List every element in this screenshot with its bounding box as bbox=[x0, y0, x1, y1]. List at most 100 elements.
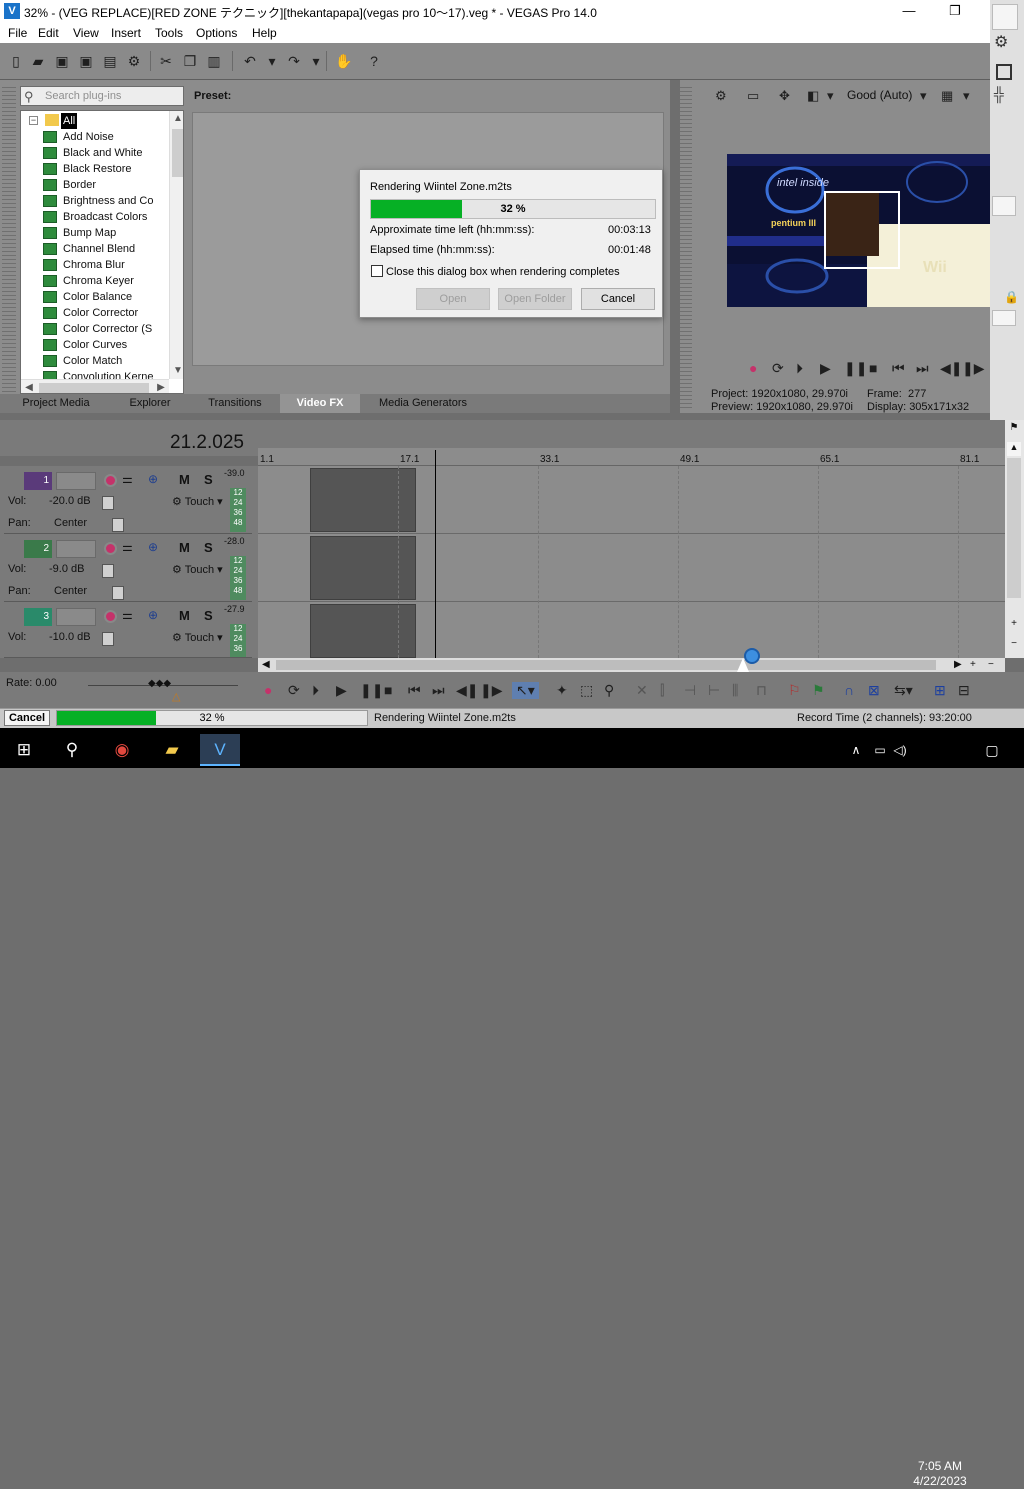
volume-slider[interactable] bbox=[102, 496, 114, 510]
automation-mode[interactable]: ⚙ Touch ▾ bbox=[172, 563, 223, 576]
loop-icon[interactable]: ⟳ bbox=[772, 360, 784, 377]
trim-icon[interactable]: ⫿ bbox=[660, 682, 664, 699]
scroll-thumb[interactable] bbox=[39, 383, 149, 393]
plugin-item[interactable]: Color Balance bbox=[43, 289, 132, 305]
copy-icon[interactable]: ❐ bbox=[180, 51, 200, 71]
track-lane-1[interactable] bbox=[258, 466, 1005, 534]
plugin-item[interactable]: Color Corrector (S bbox=[43, 321, 152, 337]
go-to-end-icon[interactable]: ⏭ bbox=[432, 682, 445, 699]
solo-button[interactable]: S bbox=[204, 472, 213, 487]
tab-media-generators[interactable]: Media Generators bbox=[366, 394, 480, 413]
redo-dropdown-icon[interactable]: ▾ bbox=[306, 51, 326, 71]
system-clock[interactable]: 7:05 AM 4/22/2023 bbox=[905, 1459, 975, 1489]
region-icon[interactable]: ⚑ bbox=[812, 682, 825, 699]
play-from-start-icon[interactable]: ⏵ bbox=[312, 682, 319, 699]
ignore-grouping-icon[interactable]: ⊟ bbox=[958, 682, 970, 699]
track-header-1[interactable]: 1 ⚌ ⊕ M S -39.0 Vol: -20.0 dB ⚙ Touch ▾ … bbox=[4, 468, 252, 534]
automation-icon[interactable]: ⊕ bbox=[148, 540, 158, 554]
arm-record-icon[interactable] bbox=[104, 474, 117, 487]
tree-horizontal-scrollbar[interactable]: ◀ ▶ bbox=[21, 379, 169, 393]
go-to-start-icon[interactable]: ⏮ bbox=[892, 360, 905, 377]
preview-quality-select[interactable]: Good (Auto) bbox=[847, 88, 912, 102]
volume-icon[interactable]: ◁) bbox=[880, 734, 920, 766]
menu-file[interactable]: File bbox=[8, 26, 27, 40]
panel-lock-icon[interactable]: 🔒 bbox=[1004, 290, 1019, 304]
auto-crossfade-icon[interactable]: ⊠ bbox=[868, 682, 880, 699]
pause-icon[interactable]: ❚❚ bbox=[844, 360, 867, 377]
stop-icon[interactable]: ■ bbox=[384, 682, 392, 698]
plugin-item[interactable]: Chroma Blur bbox=[43, 257, 125, 273]
cancel-button[interactable]: Cancel bbox=[4, 710, 50, 726]
scroll-left-icon[interactable]: ◀ bbox=[21, 380, 37, 393]
track-header-3[interactable]: 3 ⚌ ⊕ M S -27.9 Vol: -10.0 dB ⚙ Touch ▾ … bbox=[4, 604, 252, 658]
paste-icon[interactable]: ▥ bbox=[204, 51, 224, 71]
overlays-grid-icon[interactable]: ▦ bbox=[941, 88, 953, 104]
automation-mode[interactable]: ⚙ Touch ▾ bbox=[172, 495, 223, 508]
play-icon[interactable]: ▶ bbox=[820, 360, 831, 377]
panel-layout-icon[interactable] bbox=[996, 64, 1012, 80]
tab-transitions[interactable]: Transitions bbox=[196, 394, 274, 413]
volume-slider[interactable] bbox=[102, 632, 114, 646]
mute-button[interactable]: M bbox=[179, 472, 190, 487]
menu-insert[interactable]: Insert bbox=[111, 26, 141, 40]
menu-edit[interactable]: Edit bbox=[38, 26, 59, 40]
video-clip[interactable] bbox=[310, 468, 416, 532]
minimize-button[interactable]: — bbox=[886, 0, 932, 23]
render-icon[interactable]: ▤ bbox=[100, 51, 120, 71]
scroll-thumb[interactable] bbox=[276, 660, 936, 670]
plugin-item[interactable]: Brightness and Co bbox=[43, 193, 154, 209]
collapse-icon[interactable]: − bbox=[29, 116, 38, 125]
panel-slider-thumb[interactable] bbox=[992, 196, 1016, 216]
preview-mode-icon[interactable]: ◧ bbox=[807, 88, 819, 104]
marker-icon[interactable]: ⚐ bbox=[788, 682, 801, 699]
timeline-horizontal-scrollbar[interactable]: ◀ ▶ + − bbox=[258, 648, 1005, 672]
mute-button[interactable]: M bbox=[179, 608, 190, 623]
undo-icon[interactable]: ↶ bbox=[240, 51, 260, 71]
tree-root-label[interactable]: All bbox=[61, 113, 78, 129]
split-screen-icon[interactable]: ✥ bbox=[779, 88, 790, 104]
scroll-right-icon[interactable]: ▶ bbox=[153, 380, 169, 393]
open-folder-button[interactable]: Open Folder bbox=[498, 288, 572, 310]
split-icon[interactable]: ⫼ bbox=[732, 682, 738, 699]
file-explorer-icon[interactable]: ▰ bbox=[152, 734, 192, 766]
help-icon[interactable]: ? bbox=[364, 51, 384, 71]
lock-envelopes-icon[interactable]: ⊞ bbox=[934, 682, 946, 699]
panel-scroll-thumb[interactable] bbox=[992, 310, 1016, 326]
redo-icon[interactable]: ↷ bbox=[284, 51, 304, 71]
delete-icon[interactable]: ✕ bbox=[636, 682, 648, 699]
lock-icon[interactable]: ⊓ bbox=[756, 682, 767, 699]
timeline-ruler[interactable]: 1.1 17.1 33.1 49.1 65.1 81.1 bbox=[258, 448, 1005, 466]
selection-tool-icon[interactable]: ⬚ bbox=[580, 682, 593, 699]
tab-video-fx[interactable]: Video FX bbox=[280, 394, 360, 413]
track-lane-3[interactable] bbox=[258, 602, 1005, 658]
plugin-item[interactable]: Border bbox=[43, 177, 96, 193]
scroll-up-icon[interactable]: ▲ bbox=[1007, 442, 1021, 456]
quality-dropdown-icon[interactable]: ▾ bbox=[920, 88, 927, 104]
panel-grip[interactable] bbox=[2, 84, 16, 394]
envelope-tool-icon[interactable]: ✦ bbox=[556, 682, 568, 699]
play-from-start-icon[interactable]: ⏵ bbox=[796, 360, 803, 377]
overlays-dropdown-icon[interactable]: ▾ bbox=[963, 88, 970, 104]
open-folder-icon[interactable]: ▰ bbox=[28, 51, 48, 71]
plugin-item[interactable]: Color Corrector bbox=[43, 305, 138, 321]
previous-frame-icon[interactable]: ◀❚ bbox=[940, 360, 963, 377]
zoom-out-icon[interactable]: − bbox=[988, 659, 994, 670]
scroll-up-icon[interactable]: ▲ bbox=[170, 111, 183, 127]
plugin-tree[interactable]: − All Add Noise Black and White Black Rest… bbox=[20, 110, 184, 394]
close-when-complete-label[interactable]: Close this dialog box when rendering com… bbox=[386, 266, 620, 278]
undo-dropdown-icon[interactable]: ▾ bbox=[262, 51, 282, 71]
timeline-area[interactable] bbox=[258, 466, 1005, 658]
next-frame-icon[interactable]: ❚▶ bbox=[480, 682, 503, 699]
menu-view[interactable]: View bbox=[73, 26, 99, 40]
trim-start-icon[interactable]: ⊣ bbox=[684, 682, 696, 699]
go-to-start-icon[interactable]: ⏮ bbox=[408, 682, 421, 699]
next-frame-icon[interactable]: ❚▶ bbox=[962, 360, 985, 377]
fx-icon[interactable]: ⚌ bbox=[122, 540, 133, 554]
ripple-edit-icon[interactable]: ⇆▾ bbox=[894, 682, 913, 699]
track-header-2[interactable]: 2 ⚌ ⊕ M S -28.0 Vol: -9.0 dB ⚙ Touch ▾ P… bbox=[4, 536, 252, 602]
automation-mode[interactable]: ⚙ Touch ▾ bbox=[172, 631, 223, 644]
stop-icon[interactable]: ■ bbox=[869, 360, 877, 376]
play-icon[interactable]: ▶ bbox=[336, 682, 347, 699]
plugin-item[interactable]: Color Curves bbox=[43, 337, 127, 353]
plugin-item[interactable]: Color Match bbox=[43, 353, 122, 369]
